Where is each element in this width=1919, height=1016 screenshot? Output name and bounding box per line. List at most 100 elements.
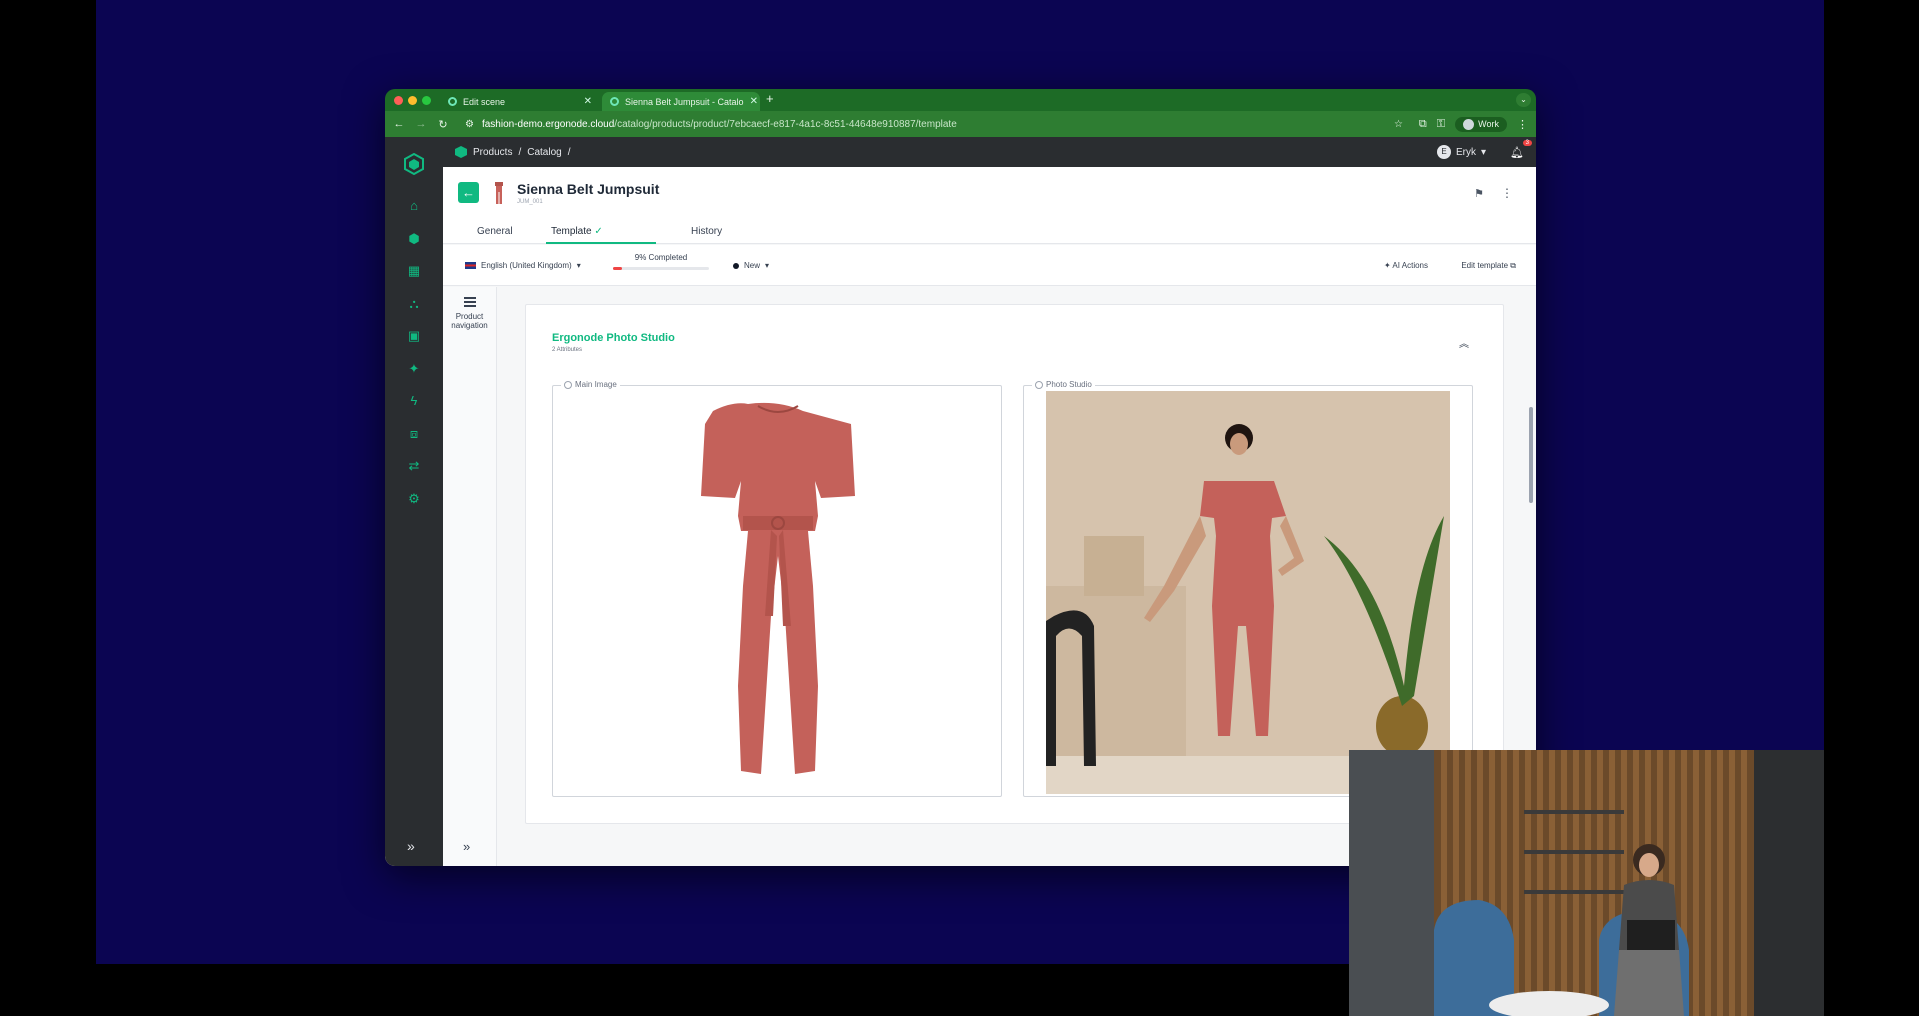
site-favicon-icon [610, 97, 619, 106]
status-dot [733, 262, 739, 269]
notification-badge: 3 [1522, 139, 1532, 146]
language-label: English (United Kingdom) [481, 261, 572, 270]
user-menu[interactable]: E Eryk ▾ [1437, 145, 1486, 159]
main-image-field[interactable]: Main Image [552, 380, 1002, 797]
breadcrumb-separator: / [518, 146, 522, 158]
catalog-breadcrumb-icon [455, 146, 467, 158]
site-favicon-icon [448, 97, 457, 106]
expand-sidebar-icon[interactable]: » [407, 838, 415, 854]
forward-arrow-icon[interactable]: → [415, 118, 427, 130]
tab-history[interactable]: History [691, 226, 722, 237]
completion-progress: 9% Completed [613, 253, 709, 270]
browser-tab-title: Edit scene [463, 96, 506, 107]
completion-track [613, 267, 709, 270]
section-attribute-count: 2 Attributes [552, 347, 583, 353]
cube-icon[interactable]: ⬢ [407, 232, 421, 246]
browser-tab-title: Sienna Belt Jumpsuit - Catalo [625, 96, 744, 107]
breadcrumb-products[interactable]: Products [473, 147, 512, 158]
edit-template-button[interactable]: Edit template ⧉ [1461, 261, 1516, 271]
completion-label: 9% Completed [634, 253, 688, 262]
product-navigation-label-2: navigation [451, 321, 488, 330]
jumpsuit-product-image [701, 402, 855, 774]
user-avatar: E [1437, 145, 1451, 159]
url-path: /catalog/products/product/7ebcaecf-e817-… [614, 118, 957, 130]
status-select[interactable]: New ▾ [733, 261, 769, 270]
photo-studio-field[interactable]: Photo Studio [1023, 380, 1473, 797]
tab-general[interactable]: General [477, 226, 513, 237]
integration-icon[interactable]: ⧈ [407, 427, 421, 441]
language-select[interactable]: English (United Kingdom) ▾ [465, 261, 581, 270]
browser-tab-product[interactable]: Sienna Belt Jumpsuit - Catalo ✕ [602, 92, 760, 111]
close-window-button[interactable] [394, 96, 403, 105]
ergonode-logo-icon[interactable] [403, 153, 425, 175]
close-tab-icon[interactable]: ✕ [584, 96, 592, 107]
product-title: Sienna Belt Jumpsuit [517, 181, 660, 197]
browser-tab-strip: Edit scene ✕ Sienna Belt Jumpsuit - Cata… [385, 89, 1536, 111]
reload-icon[interactable]: ↻ [437, 118, 449, 131]
more-options-icon[interactable]: ⋮ [1501, 186, 1513, 200]
hierarchy-icon[interactable]: ⛬ [407, 297, 421, 311]
chevron-down-icon: ▾ [1481, 146, 1487, 158]
app-sidebar: ⌂ ⬢ ▦ ⛬ ▣ ✦ ϟ ⧈ ⇄ ⚙ » [385, 137, 443, 866]
new-tab-icon[interactable]: + [766, 91, 774, 106]
status-label: New [744, 261, 761, 270]
ai-actions-label: AI Actions [1392, 261, 1428, 270]
password-key-icon[interactable]: ⚿ [1437, 118, 1445, 131]
bookmark-star-icon[interactable]: ☆ [1394, 119, 1403, 130]
check-icon: ✓ [594, 226, 603, 237]
profile-button[interactable]: Work [1455, 116, 1507, 132]
profile-label: Work [1478, 119, 1499, 129]
breadcrumb-catalog[interactable]: Catalog [527, 147, 561, 158]
breadcrumb-separator: / [567, 146, 571, 158]
browser-toolbar: ← → ↻ ⚙ fashion-demo.ergonode.cloud/cata… [385, 111, 1536, 137]
back-arrow-icon[interactable]: ← [393, 118, 405, 130]
image-icon[interactable]: ▣ [407, 329, 421, 343]
url-host: fashion-demo.ergonode.cloud [481, 118, 615, 130]
expand-panel-icon[interactable]: » [463, 839, 470, 854]
product-navigation-panel[interactable]: Product navigation » [443, 287, 497, 866]
browser-tab-edit-scene[interactable]: Edit scene ✕ [440, 92, 600, 111]
app-topbar: Products / Catalog / E Eryk ▾ 🔔︎ 3 [443, 137, 1536, 167]
chevron-down-icon: ▾ [765, 261, 770, 270]
presenter-video-frame [1349, 750, 1824, 1016]
home-icon[interactable]: ⌂ [407, 199, 421, 213]
external-link-icon: ⧉ [1510, 261, 1516, 270]
back-button[interactable]: ← [458, 182, 479, 203]
settings-icon[interactable]: ⚙ [407, 492, 421, 506]
template-toolbar: English (United Kingdom) ▾ 9% Completed … [443, 245, 1536, 286]
page-scrollbar[interactable] [1529, 407, 1533, 503]
presenter-video-overlay [1349, 750, 1824, 1016]
list-icon [463, 297, 476, 308]
site-settings-icon[interactable]: ⚙ [465, 119, 474, 130]
active-tab-indicator [546, 242, 656, 244]
collapse-chevrons-icon[interactable]: ︽ [1459, 335, 1469, 350]
product-header: ← Sienna Belt Jumpsuit JUM_001 ⚑ ⋮ Gener… [443, 167, 1536, 244]
tab-template-label: Template [551, 226, 592, 237]
address-bar[interactable]: ⚙ fashion-demo.ergonode.cloud/catalog/pr… [459, 114, 1409, 134]
close-tab-icon[interactable]: ✕ [750, 96, 758, 107]
chevron-down-icon: ▾ [576, 261, 581, 270]
transform-icon[interactable]: ⇄ [407, 459, 421, 473]
bolt-icon[interactable]: ϟ [407, 394, 421, 408]
dashboard-icon[interactable]: ▦ [407, 264, 421, 278]
sparkle-icon[interactable]: ✦ [407, 362, 421, 376]
tab-search-chevron-icon[interactable]: ⌄ [1516, 93, 1531, 107]
sparkle-icon: ✦ [1383, 261, 1391, 270]
extensions-icon[interactable]: ⧉ [1419, 118, 1427, 131]
flag-icon[interactable]: ⚑ [1474, 187, 1484, 200]
completion-fill [613, 267, 622, 270]
tab-template[interactable]: Template ✓ [551, 226, 603, 237]
zoom-window-button[interactable] [422, 96, 431, 105]
profile-avatar [1463, 118, 1475, 130]
user-name: Eryk [1456, 146, 1476, 158]
minimize-window-button[interactable] [408, 96, 417, 105]
notifications-bell-icon[interactable]: 🔔︎ 3 [1510, 139, 1532, 159]
field-label: Main Image [561, 380, 620, 389]
photo-studio-section: Ergonode Photo Studio 2 Attributes ︽ Mai… [525, 304, 1504, 824]
model-photo-image [1046, 391, 1450, 794]
ai-actions-button[interactable]: ✦ AI Actions [1384, 261, 1428, 270]
browser-menu-icon[interactable]: ⋮ [1517, 118, 1528, 131]
product-sku: JUM_001 [517, 199, 543, 205]
window-controls [394, 96, 431, 105]
edit-template-label: Edit template [1461, 261, 1509, 270]
